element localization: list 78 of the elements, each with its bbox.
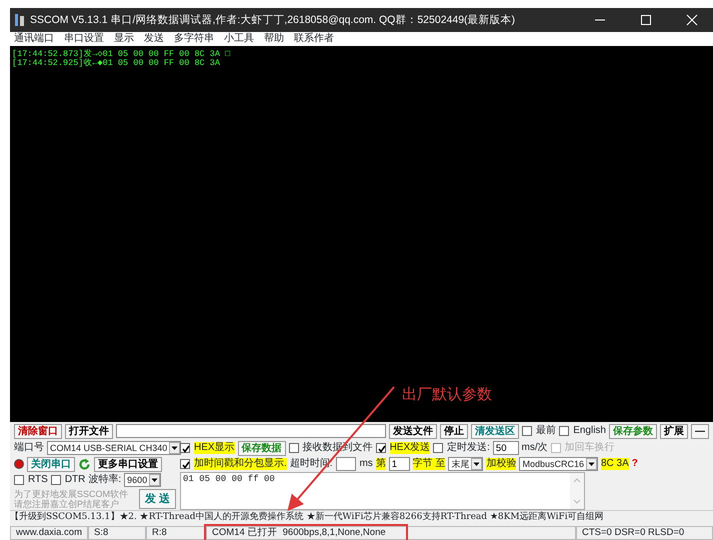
menu-item[interactable]: 通讯端口 [14,33,54,45]
status-text: S:8 [88,526,146,540]
scrollbar [570,473,584,509]
dropdown[interactable]: COM14 USB-SERIAL CH340 [47,441,182,455]
checkbox-label: 加时间戳和分包显示. [194,458,287,470]
dropdown[interactable]: 9600 [124,473,162,487]
menu-item[interactable]: 联系作者 [294,33,334,45]
checkbox[interactable] [288,443,299,453]
status-text: www.daxia.com [10,526,88,540]
label-text: 加校验 [486,458,516,470]
menu-item[interactable]: 多字符串 [174,33,214,45]
caret-icon [149,474,160,486]
button[interactable]: 停止 [440,424,468,438]
menu-item[interactable]: 显示 [114,33,134,45]
app-icon [14,13,26,27]
input-field[interactable]: 50 [492,441,519,455]
maximize-icon[interactable] [639,13,653,27]
label-text: 波特率: [88,474,122,486]
input-field[interactable]: 1 [388,457,410,471]
checkbox-label: DTR [64,474,86,486]
checkmark-icon [181,444,191,454]
checkmark-icon [376,444,387,454]
menu-item[interactable]: 串口设置 [64,33,104,45]
label-text: ms/次 [522,442,548,454]
checkbox-label: English [573,425,606,437]
annotation-text: 出厂默认参数 [402,386,492,404]
send-button[interactable]: 发 送 [138,489,176,509]
button[interactable]: 扩展 [660,424,688,438]
button[interactable]: 打开文件 [65,424,113,438]
label-text: 8C 3A [601,458,629,470]
checkbox[interactable] [522,426,532,436]
log-line: [17:44:52.873]发→◇01 05 00 00 FF 00 8C 3A □ [12,50,232,59]
checkbox[interactable] [433,443,444,453]
checkbox-label: HEX显示 [194,442,235,454]
file-path-field[interactable] [116,424,386,438]
news-ticker: 【升级到SSCOM5.13.1】★2. ★RT-Thread中国人的开源免费操作系统 ★新一代WiFi芯片兼容8266支持RT-Thread ★8KM远距离WiFi可自组网 [10,510,713,524]
button[interactable]: 清除窗口 [14,424,62,438]
checkbox[interactable] [180,443,190,453]
checkbox-label: 定时发送: [447,442,490,454]
status-text: R:8 [146,526,206,540]
dropdown[interactable]: ModbusCRC16 [519,457,598,471]
caret-icon [169,442,180,454]
menu-item[interactable]: 小工具 [224,33,254,45]
label-text: 端口号 [14,442,44,454]
input-field[interactable] [336,457,356,471]
checkbox[interactable] [559,426,570,436]
checkbox[interactable] [180,459,190,469]
button[interactable]: 发送文件 [389,424,438,438]
button[interactable]: 更多串口设置 [94,456,162,472]
button[interactable]: 保存数据 [238,440,286,456]
note-text: 为了更好地发展SSCOM软件 请您注册嘉立创P结尾客户 [14,489,128,509]
checkbox-label: HEX发送 [390,442,430,454]
menu-item[interactable]: 帮助 [264,33,284,45]
checkbox-label: 最前 [536,425,556,437]
checkbox[interactable] [50,475,61,485]
checkbox-label: RTS [28,474,48,486]
checkbox[interactable] [14,475,24,485]
refresh-icon[interactable] [78,458,91,470]
button[interactable]: 关闭串口 [27,456,75,472]
menu-item[interactable]: 发送 [144,33,164,45]
help-mark[interactable]: ? [632,458,638,470]
caret-icon [471,458,482,470]
log-line: [17:44:52.925]收←◆01 05 00 00 FF 00 8C 3A [12,59,221,69]
checkbox-label: 加回车换行 [564,442,615,454]
close-icon[interactable] [685,13,699,27]
caret-icon [586,458,597,470]
checkmark-icon [181,460,191,470]
send-text-area[interactable]: 01 05 00 00 ff 00 [180,472,585,510]
checkbox[interactable] [376,443,386,453]
button[interactable]: — [691,424,709,438]
status-text: CTS=0 DSR=0 RLSD=0 [576,526,713,540]
status-text: COM14 已打开 9600bps,8,1,None,None [206,526,576,540]
label-text: ms [359,458,373,470]
dropdown[interactable]: 末尾 [448,457,484,471]
button[interactable]: 保存参数 [609,424,657,438]
window-title: SSCOM V5.13.1 串口/网络数据调试器,作者:大虾丁丁,2618058@qq.com. QQ群：52502449(最新版本) [30,14,516,26]
button[interactable]: 清发送区 [471,424,520,438]
label-text: 第 [376,458,386,470]
